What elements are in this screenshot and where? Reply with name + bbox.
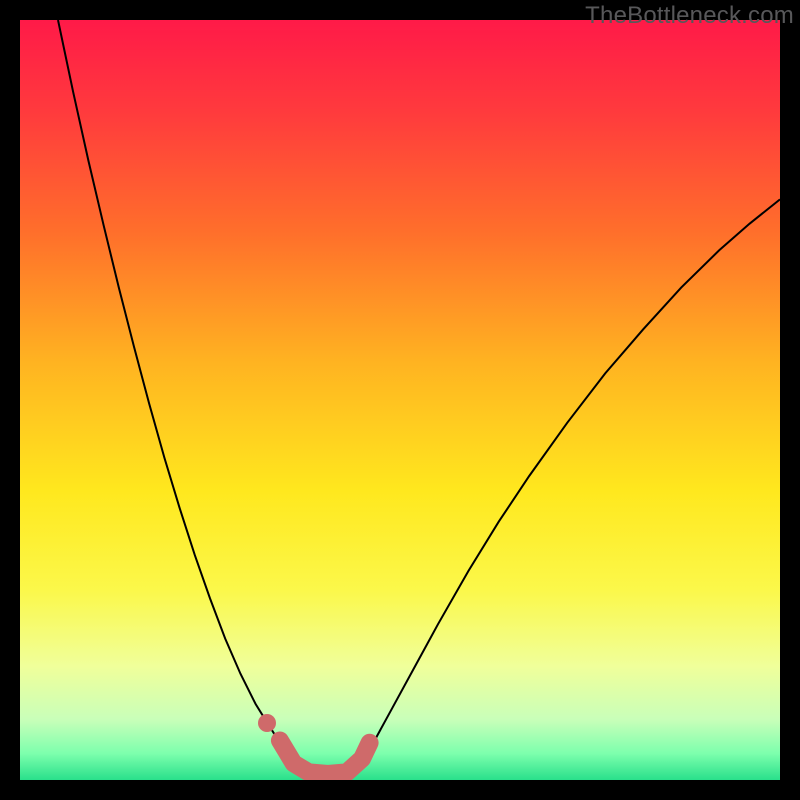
dots-layer: [258, 714, 276, 732]
chart-frame: [20, 20, 780, 780]
bottleneck-chart: [20, 20, 780, 780]
watermark-text: TheBottleneck.com: [585, 2, 794, 30]
valley-dot-upper: [258, 714, 276, 732]
chart-background: [20, 20, 780, 780]
